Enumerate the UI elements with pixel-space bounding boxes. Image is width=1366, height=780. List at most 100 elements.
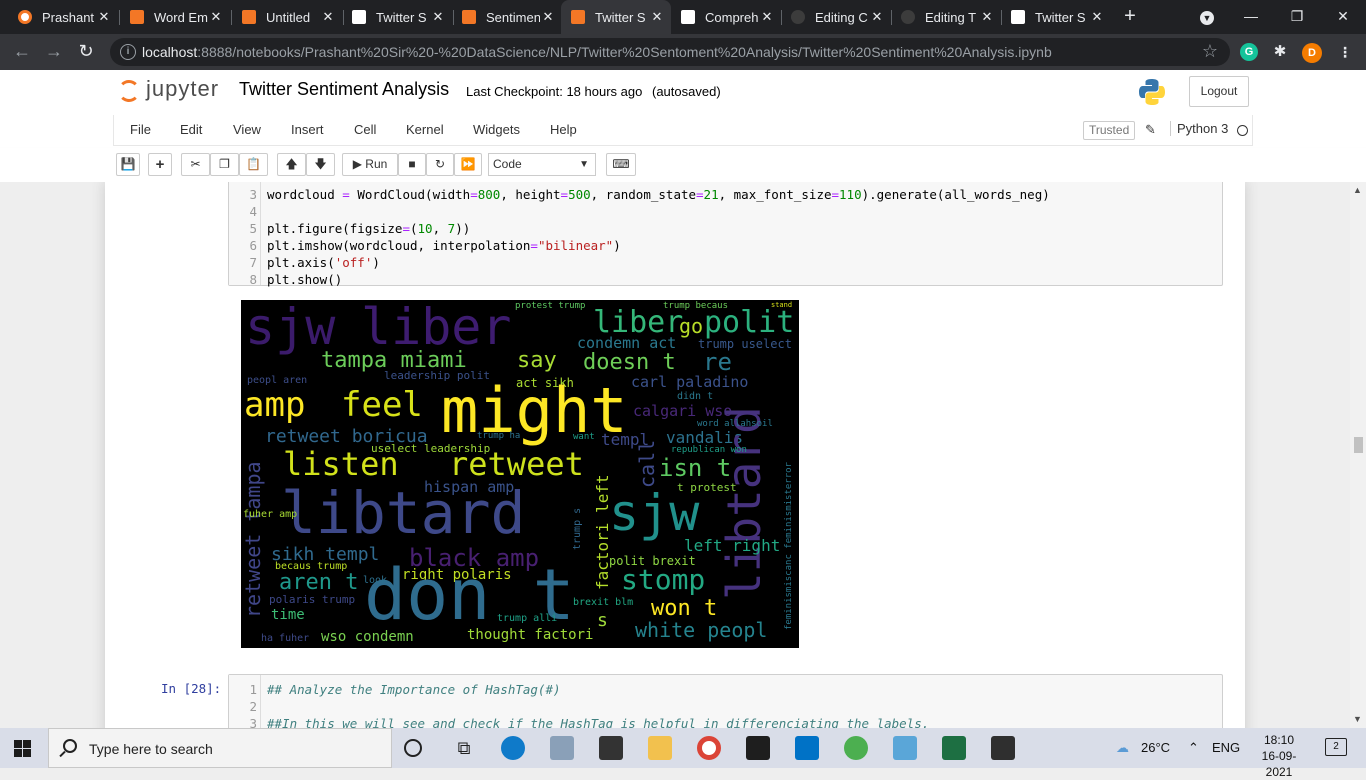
scrollbar-thumb[interactable] <box>1354 437 1363 453</box>
menu-widgets[interactable]: Widgets <box>473 122 520 137</box>
monitor-app-icon[interactable] <box>991 736 1015 760</box>
wordcloud-word: want <box>573 432 595 442</box>
profile-avatar[interactable]: D <box>1302 43 1322 63</box>
edge-icon[interactable] <box>501 736 525 760</box>
language-indicator[interactable]: ENG <box>1212 740 1240 755</box>
browser-tab[interactable]: Prashant ✕ <box>8 0 118 34</box>
weather-temp[interactable]: 26°C <box>1141 740 1170 755</box>
jupyter-logo-icon[interactable] <box>118 80 140 102</box>
copy-icon[interactable]: ❐ <box>210 153 239 176</box>
logout-button[interactable]: Logout <box>1189 76 1249 107</box>
info-icon[interactable]: i <box>120 44 136 60</box>
weather-icon[interactable]: ☁ <box>1116 740 1129 756</box>
notification-icon[interactable]: 2 <box>1325 738 1347 756</box>
close-icon[interactable]: ✕ <box>869 9 885 25</box>
tray-chevron-up-icon[interactable]: ⌃ <box>1188 740 1199 756</box>
close-icon[interactable]: ✕ <box>759 9 775 25</box>
tab-search-icon[interactable]: ▼ <box>1184 0 1230 34</box>
notebook-title[interactable]: Twitter Sentiment Analysis <box>239 79 449 100</box>
browser-tab[interactable]: Word Em ✕ <box>120 0 230 34</box>
pencil-icon[interactable]: ✎ <box>1145 122 1156 138</box>
forward-icon[interactable]: → <box>42 40 66 64</box>
wordcloud-word: stomp <box>621 563 706 596</box>
browser-tab-active[interactable]: Twitter S ✕ <box>561 0 671 34</box>
close-icon[interactable]: ✕ <box>430 9 446 25</box>
browser-menu-icon[interactable]: ⋮ <box>1336 43 1354 61</box>
menu-help[interactable]: Help <box>550 122 577 137</box>
restore-icon[interactable]: ❐ <box>1274 0 1320 34</box>
close-icon[interactable]: ✕ <box>540 9 556 25</box>
browser-tab[interactable]: Twitter S ✕ <box>342 0 452 34</box>
browser-tab[interactable]: Sentimen ✕ <box>452 0 562 34</box>
paste-icon[interactable]: 📋 <box>239 153 268 176</box>
wordcloud-output-image: sjw liber liber go polit condemn act tru… <box>241 300 799 648</box>
new-tab-icon[interactable]: + <box>1118 5 1142 29</box>
bookmark-star-icon[interactable]: ☆ <box>1202 41 1218 62</box>
menu-view[interactable]: View <box>233 122 261 137</box>
address-bar[interactable]: i localhost:8888/notebooks/Prashant%20Si… <box>110 38 1230 66</box>
code-cell-input[interactable]: 1 ## Analyze the Importance of HashTag(#)… <box>228 674 1223 728</box>
store-icon[interactable] <box>599 736 623 760</box>
browser-tab[interactable]: Twitter S ✕ <box>1001 0 1111 34</box>
scroll-down-icon[interactable]: ▼ <box>1353 714 1362 724</box>
chevron-down-icon: ▼ <box>579 159 589 170</box>
chart-icon <box>681 10 695 24</box>
move-down-icon[interactable]: 🡇 <box>306 153 335 176</box>
interrupt-icon[interactable]: ■ <box>398 153 426 176</box>
vertical-scrollbar[interactable]: ▲ ▼ <box>1350 182 1366 728</box>
scroll-up-icon[interactable]: ▲ <box>1353 185 1362 195</box>
excel-icon[interactable] <box>942 736 966 760</box>
browser-tab[interactable]: Untitled ✕ <box>232 0 342 34</box>
code-line: plt.figure(figsize=(10, 7)) <box>267 221 471 236</box>
taskbar-search-box[interactable]: Type here to search <box>48 728 392 768</box>
cortana-icon[interactable] <box>404 739 422 757</box>
close-icon[interactable]: ✕ <box>320 9 336 25</box>
restart-icon[interactable]: ↻ <box>426 153 454 176</box>
code-cell-input[interactable]: 3 wordcloud = WordCloud(width=800, height… <box>228 182 1223 287</box>
restart-run-all-icon[interactable]: ⏩ <box>454 153 482 176</box>
close-icon[interactable]: ✕ <box>1089 9 1105 25</box>
system-clock[interactable]: 18:10 16-09-2021 <box>1250 732 1308 780</box>
jupyter-logo-text[interactable]: jupyter <box>146 76 219 102</box>
task-view-icon[interactable]: ⧉ <box>452 736 476 760</box>
extensions-puzzle-icon[interactable]: ✱ <box>1271 43 1289 61</box>
cut-icon[interactable]: ✂ <box>181 153 210 176</box>
close-window-icon[interactable]: ✕ <box>1320 0 1366 34</box>
file-explorer-icon[interactable] <box>648 736 672 760</box>
utorrent-icon[interactable] <box>844 736 868 760</box>
minimize-icon[interactable]: — <box>1228 0 1274 34</box>
photos-icon[interactable] <box>550 736 574 760</box>
insert-cell-icon[interactable]: + <box>148 153 172 176</box>
menu-insert[interactable]: Insert <box>291 122 324 137</box>
kernel-name[interactable]: Python 3 <box>1170 121 1228 136</box>
browser-tab[interactable]: Editing C ✕ <box>781 0 891 34</box>
close-icon[interactable]: ✕ <box>96 9 112 25</box>
grammarly-extension-icon[interactable]: G <box>1240 43 1258 61</box>
save-icon[interactable]: 💾 <box>116 153 140 176</box>
move-up-icon[interactable]: 🡅 <box>277 153 306 176</box>
command-palette-icon[interactable]: ⌨ <box>606 153 636 176</box>
back-icon[interactable]: ← <box>10 40 34 64</box>
reload-icon[interactable]: ↻ <box>74 40 98 64</box>
close-icon[interactable]: ✕ <box>649 9 665 25</box>
menu-file[interactable]: File <box>130 122 151 137</box>
mail-icon[interactable] <box>795 736 819 760</box>
close-icon[interactable]: ✕ <box>979 9 995 25</box>
browser-tab[interactable]: Compreh ✕ <box>671 0 781 34</box>
cell-type-select[interactable]: Code ▼ <box>488 153 596 176</box>
url-path: :8888/notebooks/Prashant%20Sir%20-%20Dat… <box>197 44 1052 60</box>
close-icon[interactable]: ✕ <box>208 9 224 25</box>
trusted-badge[interactable]: Trusted <box>1083 121 1136 140</box>
menu-cell[interactable]: Cell <box>354 122 376 137</box>
windows-start-icon[interactable] <box>14 740 31 757</box>
terminal-icon[interactable] <box>746 736 770 760</box>
run-button[interactable]: ▶ Run <box>342 153 398 176</box>
jupyter-icon <box>462 10 476 24</box>
browser-tab[interactable]: Editing T ✕ <box>891 0 1001 34</box>
menu-edit[interactable]: Edit <box>180 122 202 137</box>
chrome-taskbar-icon[interactable] <box>697 736 721 760</box>
notes-icon[interactable] <box>893 736 917 760</box>
url-text[interactable]: localhost:8888/notebooks/Prashant%20Sir%… <box>142 44 1052 60</box>
wordcloud-word: time <box>271 607 305 623</box>
menu-kernel[interactable]: Kernel <box>406 122 444 137</box>
